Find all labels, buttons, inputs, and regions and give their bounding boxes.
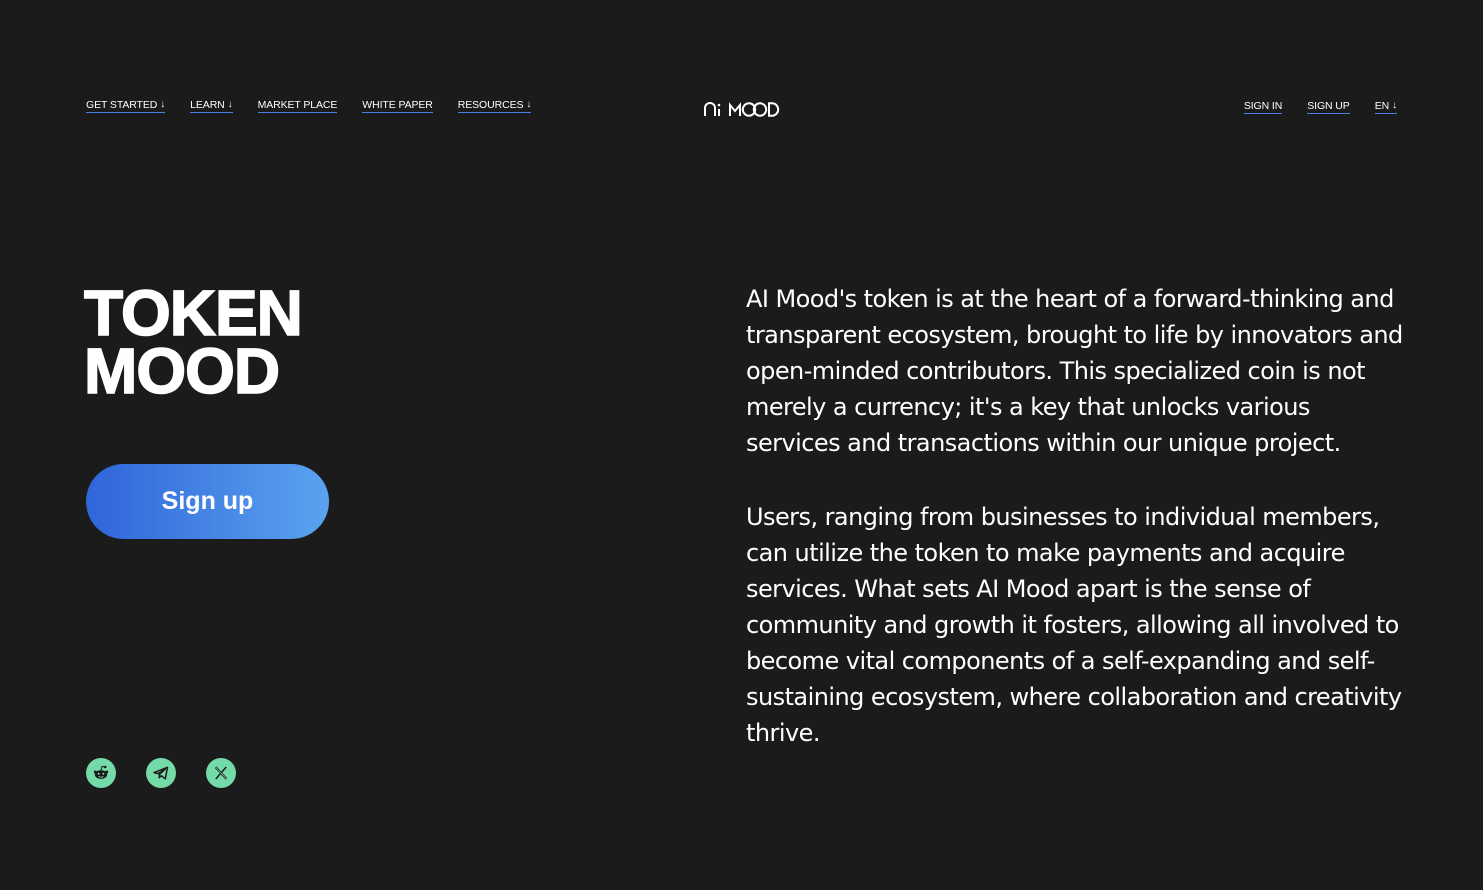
nav-get-started-label: GET STARTED — [86, 99, 158, 111]
description-paragraph-1: AI Mood's token is at the heart of a for… — [746, 285, 1403, 457]
page-title: TOKEN MOOD — [83, 277, 303, 407]
nav-market-place-label: MARKET PLACE — [257, 99, 338, 111]
token-description: AI Mood's token is at the heart of a for… — [746, 281, 1406, 751]
sign-up-link[interactable]: SIGN UP — [1307, 100, 1350, 114]
language-selector[interactable]: EN ↓ — [1374, 100, 1397, 114]
title-line-2: MOOD — [83, 335, 281, 407]
page: GET STARTED ↓ LEARN ↓ MARKET PLACE WHITE… — [0, 0, 1483, 890]
nav-learn[interactable]: LEARN ↓ — [190, 99, 233, 113]
x-link[interactable] — [206, 758, 236, 788]
description-paragraph-2: Users, ranging from businesses to indivi… — [746, 503, 1402, 747]
sign-up-button[interactable]: Sign up — [86, 464, 329, 539]
nav-white-paper[interactable]: WHITE PAPER — [362, 99, 433, 113]
reddit-icon — [93, 765, 109, 779]
telegram-link[interactable] — [146, 758, 176, 788]
arrow-down-icon: ↓ — [1392, 100, 1397, 111]
nav-learn-label: LEARN — [190, 99, 225, 111]
sign-in-link[interactable]: SIGN IN — [1243, 100, 1282, 114]
telegram-icon — [153, 766, 169, 780]
main-nav: GET STARTED ↓ LEARN ↓ MARKET PLACE WHITE… — [86, 99, 531, 113]
nav-resources[interactable]: RESOURCES ↓ — [457, 99, 532, 113]
language-label: EN — [1374, 100, 1390, 112]
nav-resources-label: RESOURCES — [457, 99, 524, 111]
x-icon — [214, 766, 228, 780]
title-line-1: TOKEN — [83, 277, 303, 349]
arrow-down-icon: ↓ — [160, 99, 166, 110]
nav-market-place[interactable]: MARKET PLACE — [257, 99, 338, 113]
nav-white-paper-label: WHITE PAPER — [362, 99, 433, 111]
social-links — [86, 758, 236, 788]
arrow-down-icon: ↓ — [526, 99, 532, 110]
site-logo[interactable] — [703, 99, 781, 119]
account-nav: SIGN IN SIGN UP EN ↓ — [1243, 100, 1397, 114]
arrow-down-icon: ↓ — [227, 99, 233, 110]
reddit-link[interactable] — [86, 758, 116, 788]
nav-get-started[interactable]: GET STARTED ↓ — [86, 99, 165, 113]
logo-mark — [704, 102, 780, 117]
